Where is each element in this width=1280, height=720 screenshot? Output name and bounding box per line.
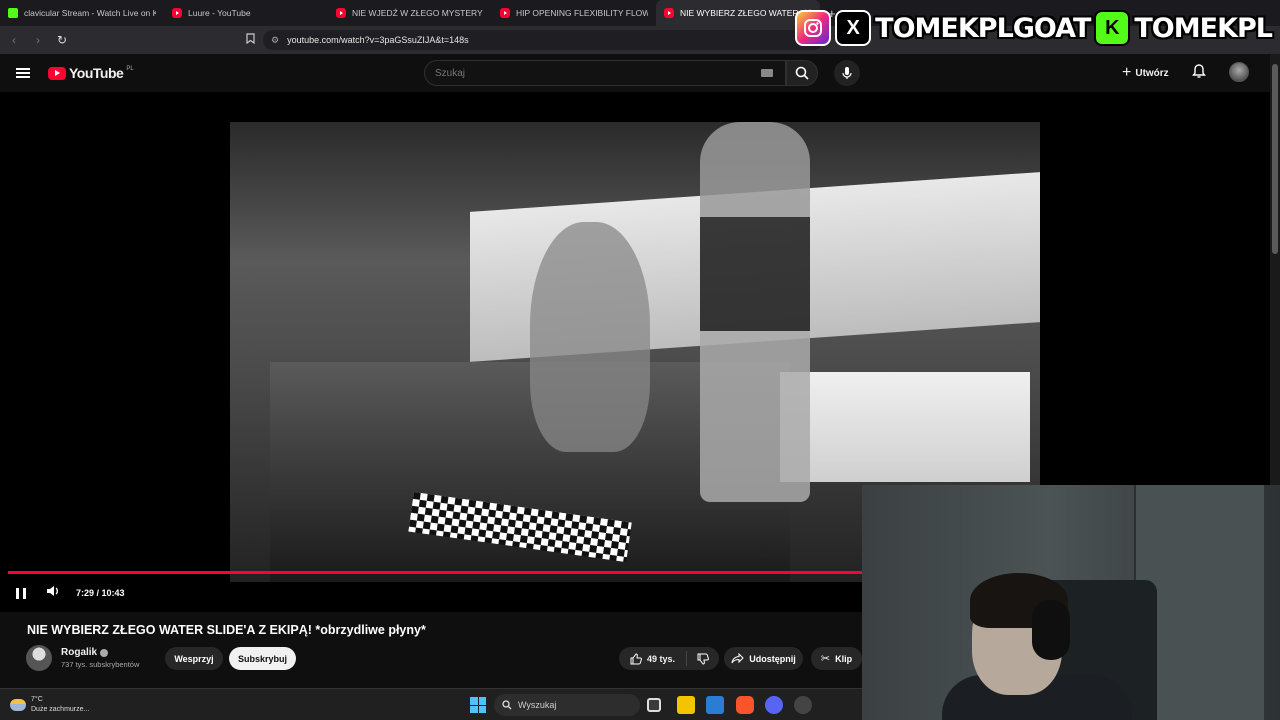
verified-icon — [100, 648, 109, 657]
kick-icon: K — [1094, 10, 1131, 46]
video-scene-person — [700, 122, 810, 502]
taskbar-search-placeholder: Wyszukaj — [518, 700, 557, 710]
webcam-feed — [862, 485, 1280, 720]
store-icon[interactable] — [706, 696, 724, 714]
scissors-icon: ✂ — [820, 653, 831, 665]
url-text: youtube.com/watch?v=3paGSsuZIJA&t=148s — [287, 35, 469, 45]
discord-icon[interactable] — [765, 696, 783, 714]
time-display: 7:29 / 10:43 — [76, 588, 125, 598]
windows-taskbar: 7°C Duże zachmurze... Wyszukaj — [0, 688, 862, 720]
bookmark-icon[interactable] — [246, 33, 255, 47]
thumbs-down-icon — [697, 653, 709, 665]
like-button[interactable]: 49 tys. — [619, 651, 687, 666]
subscriber-count: 737 tys. subskrybentów — [61, 660, 140, 669]
browser-tab[interactable]: clavicular Stream - Watch Live on Kick — [0, 0, 164, 26]
subscribe-button[interactable]: Subskrybuj — [229, 647, 296, 670]
search-icon — [795, 66, 809, 80]
app-icon[interactable] — [794, 696, 812, 714]
progress-bar[interactable] — [8, 571, 862, 574]
search-button[interactable] — [786, 60, 818, 86]
avatar[interactable] — [1229, 62, 1249, 82]
tab-title: HIP OPENING FLEXIBILITY FLOW Dre — [516, 8, 648, 18]
screen: clavicular Stream - Watch Live on Kick L… — [0, 0, 1280, 720]
menu-icon[interactable] — [16, 68, 30, 78]
tab-title: NIE WJEDŹ W ZŁEGO MYSTERY BOX — [352, 8, 484, 18]
volume-icon[interactable] — [46, 584, 60, 602]
tab-title: NIE WYBIERZ ZŁEGO WATER — [680, 8, 798, 18]
clip-label: Klip — [835, 653, 853, 664]
tab-title: Luure - YouTube — [188, 8, 251, 18]
youtube-icon — [336, 8, 346, 18]
like-dislike-group: 49 tys. — [619, 647, 719, 670]
tab-title: clavicular Stream - Watch Live on Kick — [24, 8, 156, 18]
youtube-play-icon — [48, 66, 66, 80]
search-icon — [502, 700, 512, 710]
headphones-icon — [1032, 600, 1070, 660]
browser-tab[interactable]: NIE WJEDŹ W ZŁEGO MYSTERY BOX — [328, 0, 492, 26]
video-scene-person — [530, 222, 650, 452]
plus-icon: + — [1122, 64, 1132, 81]
back-icon[interactable]: ‹ — [4, 33, 24, 47]
weather-widget[interactable]: 7°C Duże zachmurze... — [10, 695, 89, 715]
create-button[interactable]: + Utwórz — [1122, 64, 1169, 82]
weather-desc: Duże zachmurze... — [31, 706, 90, 713]
brave-browser-icon[interactable] — [736, 696, 754, 714]
keyboard-icon[interactable] — [761, 69, 773, 77]
notifications-icon[interactable] — [1192, 64, 1206, 84]
forward-icon[interactable]: › — [28, 33, 48, 47]
share-icon — [731, 653, 744, 664]
kick-icon — [8, 8, 18, 18]
search-placeholder: Szukaj — [435, 67, 466, 79]
share-label: Udostępnij — [749, 653, 796, 664]
create-label: Utwórz — [1135, 67, 1169, 79]
video-title: NIE WYBIERZ ZŁEGO WATER SLIDE'A Z EKIPĄ!… — [27, 623, 426, 637]
file-explorer-icon[interactable] — [677, 696, 695, 714]
thumbs-up-icon — [630, 652, 642, 664]
instagram-icon — [795, 10, 832, 46]
dislike-button[interactable] — [687, 653, 719, 665]
overlay-handle: TOMEKPL — [1134, 12, 1273, 44]
stream-overlay: X TOMEKPLGOAT K TOMEKPL — [795, 10, 1273, 46]
channel-name[interactable]: Rogalik — [61, 647, 97, 658]
windows-start-icon[interactable] — [470, 697, 486, 713]
channel-info[interactable]: Rogalik 737 tys. subskrybentów — [26, 645, 139, 671]
weather-icon — [10, 699, 26, 711]
site-settings-icon[interactable]: ⚙ — [271, 35, 279, 46]
like-count: 49 tys. — [646, 653, 676, 664]
youtube-icon — [664, 8, 674, 18]
player-controls: 7:29 / 10:43 — [0, 582, 862, 604]
url-field[interactable]: ⚙ youtube.com/watch?v=3paGSsuZIJA&t=148s — [263, 30, 823, 50]
microphone-icon — [842, 67, 852, 79]
youtube-icon — [172, 8, 182, 18]
x-icon: X — [835, 10, 872, 46]
overlay-handle: TOMEKPLGOAT — [875, 12, 1091, 44]
youtube-icon — [500, 8, 510, 18]
support-button[interactable]: Wesprzyj — [165, 647, 223, 670]
youtube-logo[interactable]: YouTube PL — [48, 65, 134, 81]
reload-icon[interactable]: ↻ — [52, 33, 72, 47]
youtube-header: YouTube PL Szukaj + Utwórz — [0, 54, 1280, 92]
voice-search-button[interactable] — [834, 60, 860, 86]
logo-region: PL — [126, 66, 134, 72]
weather-temp: 7°C — [31, 696, 43, 703]
video-scene-panel — [780, 372, 1030, 482]
search-input[interactable]: Szukaj — [424, 60, 786, 86]
taskbar-search[interactable]: Wyszukaj — [494, 694, 640, 716]
clip-button[interactable]: ✂ Klip — [811, 647, 862, 670]
task-view-icon[interactable] — [647, 698, 661, 712]
channel-avatar[interactable] — [26, 645, 52, 671]
browser-tab[interactable]: Luure - YouTube — [164, 0, 328, 26]
scrollbar-thumb[interactable] — [1272, 64, 1278, 254]
share-button[interactable]: Udostępnij — [724, 647, 803, 670]
pause-icon[interactable] — [16, 587, 26, 599]
browser-tab[interactable]: HIP OPENING FLEXIBILITY FLOW Dre — [492, 0, 656, 26]
logo-text: YouTube — [69, 65, 124, 81]
